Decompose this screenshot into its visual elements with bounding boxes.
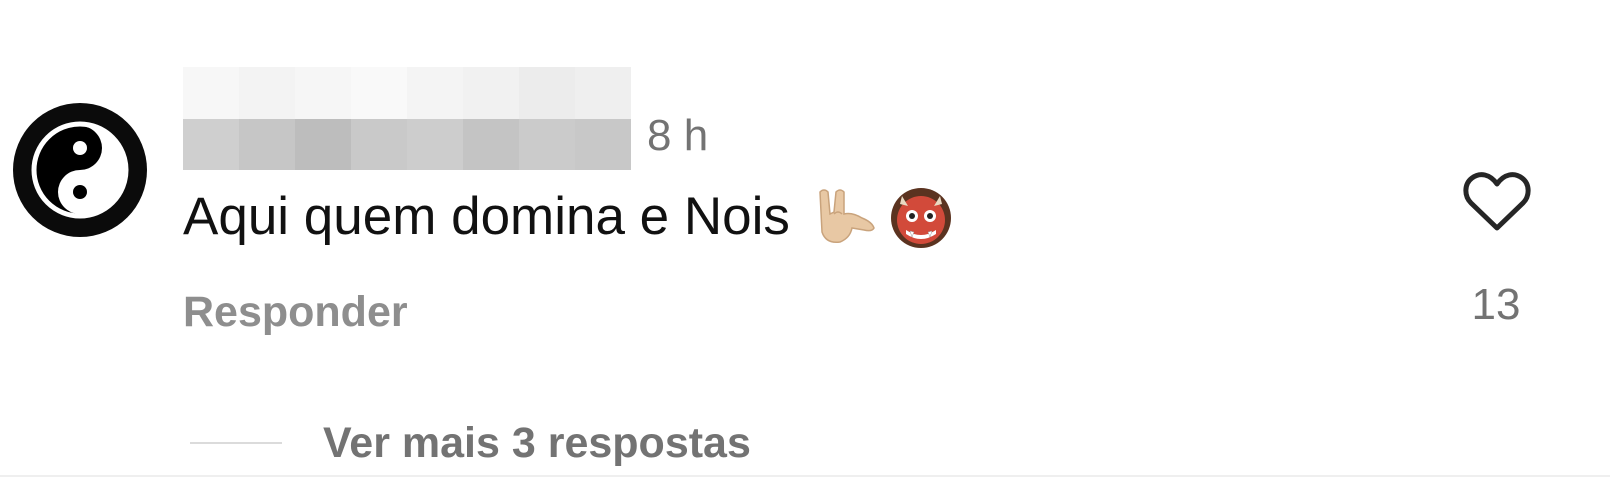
ogre-mask-icon [888,184,954,250]
replies-divider [190,442,282,444]
bottom-divider [0,475,1610,477]
yin-yang-icon [31,121,129,219]
heart-outline-icon [1463,172,1531,231]
love-you-gesture-icon [812,184,878,250]
comment-timestamp: 8 h [647,111,709,160]
like-count: 13 [1471,280,1521,329]
reply-button[interactable]: Responder [183,287,408,337]
view-more-replies-button[interactable]: Ver mais 3 respostas [323,418,751,468]
username-redacted [183,67,631,170]
comment-item: 8 h Aqui quem domina e Nois Responder 13… [0,0,1610,475]
comment-text: Aqui quem domina e Nois [183,184,954,250]
like-button[interactable] [1462,170,1532,234]
comment-body: Aqui quem domina e Nois [183,187,790,246]
avatar[interactable] [13,103,147,237]
